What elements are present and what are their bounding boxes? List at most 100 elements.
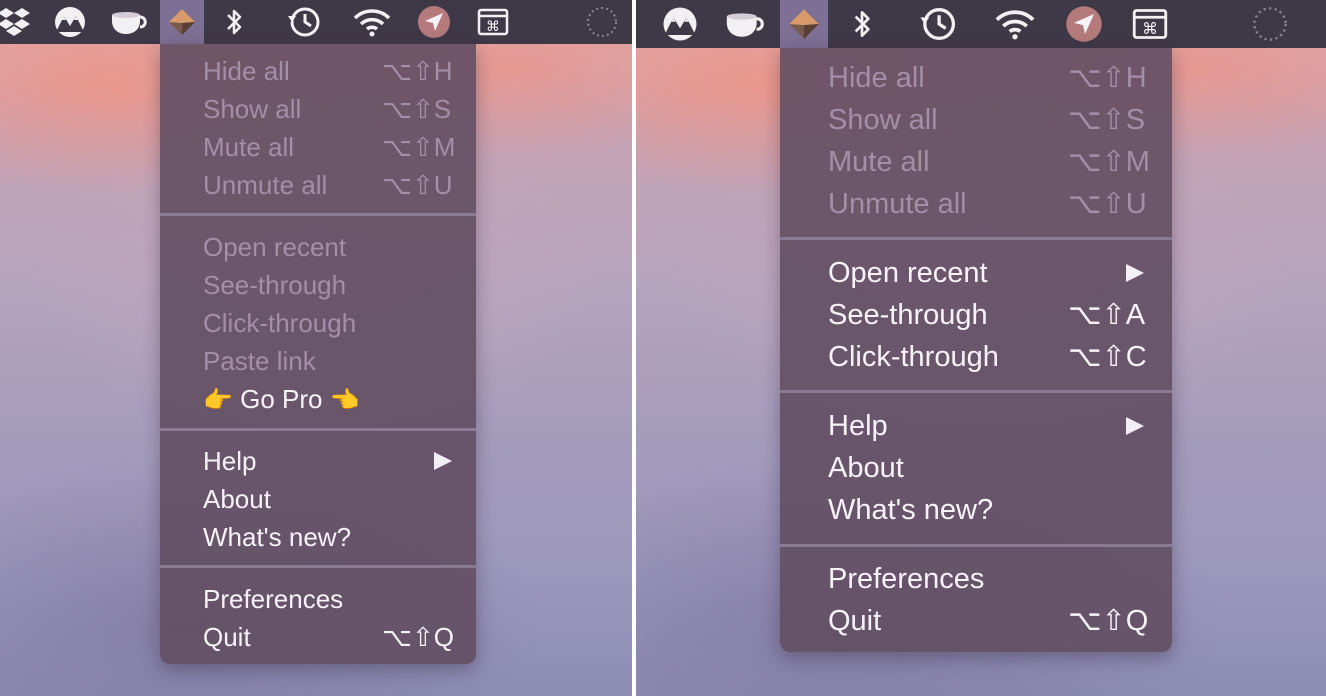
menu-item-unmute-all[interactable]: Unmute all ⌥⇧U xyxy=(160,166,476,204)
mountain-m-icon[interactable] xyxy=(48,0,92,44)
menu-item-shortcut: ⌥⇧A xyxy=(1068,299,1146,331)
menu-item-about[interactable]: About xyxy=(160,480,476,518)
menu-item-shortcut: ⌥⇧U xyxy=(1068,188,1147,220)
submenu-arrow-icon xyxy=(434,452,452,470)
submenu-arrow-icon xyxy=(1126,417,1144,435)
menu-item-label: Open recent xyxy=(203,232,347,262)
menu-item-label: About xyxy=(828,452,904,484)
menu-item-hide-all[interactable]: Hide all ⌥⇧H xyxy=(780,57,1172,99)
svg-text:⌘: ⌘ xyxy=(1142,19,1158,38)
svg-text:⌘: ⌘ xyxy=(486,19,500,35)
dropbox-icon[interactable] xyxy=(0,0,34,44)
menu-item-quit[interactable]: Quit ⌥⇧Q xyxy=(160,618,476,656)
menu-item-shortcut: ⌥⇧H xyxy=(382,56,453,86)
menu-item-label: Go Pro xyxy=(240,384,323,414)
menu-item-click-through[interactable]: Click-through xyxy=(160,304,476,342)
right-screenshot-panel: ⌘ Hide all ⌥⇧H Show all ⌥⇧S Mute all ⌥⇧M Un… xyxy=(636,0,1326,696)
app-dropdown-menu: Hide all ⌥⇧H Show all ⌥⇧S Mute all ⌥⇧M Unmu… xyxy=(160,44,476,664)
menu-item-label: What's new? xyxy=(828,494,994,526)
coffee-cup-icon[interactable] xyxy=(722,0,770,48)
app-dropdown-menu: Hide all ⌥⇧H Show all ⌥⇧S Mute all ⌥⇧M Unmu… xyxy=(780,48,1172,652)
menu-item-open-recent[interactable]: Open recent xyxy=(780,252,1172,294)
menu-separator xyxy=(160,565,476,568)
menu-bar: ⌘ xyxy=(0,0,632,44)
menu-item-label: What's new? xyxy=(203,522,352,552)
menu-item-help[interactable]: Help xyxy=(160,442,476,480)
menu-item-whats-new[interactable]: What's new? xyxy=(160,518,476,556)
menu-separator xyxy=(160,428,476,431)
menu-item-label: Unmute all xyxy=(203,170,328,200)
menu-item-label: Hide all xyxy=(828,62,925,94)
go-pro-content: 👉 Go Pro 👈 xyxy=(203,380,360,420)
menu-item-see-through[interactable]: See-through ⌥⇧A xyxy=(780,294,1172,336)
menu-item-label: About xyxy=(203,484,271,514)
pointing-right-hand-icon: 👉 xyxy=(203,387,233,415)
menu-separator xyxy=(780,544,1172,547)
bluetooth-icon[interactable] xyxy=(220,0,248,44)
menu-item-shortcut: ⌥⇧H xyxy=(1068,62,1147,94)
menu-item-shortcut: ⌥⇧S xyxy=(1068,104,1146,136)
menu-item-paste-link[interactable]: Paste link xyxy=(160,342,476,380)
menu-item-go-pro[interactable]: 👉 Go Pro 👈 xyxy=(160,380,476,418)
menu-item-shortcut: ⌥⇧U xyxy=(382,170,453,200)
menu-item-label: Quit xyxy=(203,622,251,652)
menu-item-click-through[interactable]: Click-through ⌥⇧C xyxy=(780,336,1172,378)
coffee-cup-icon[interactable] xyxy=(108,0,152,44)
wifi-icon[interactable] xyxy=(352,0,392,44)
submenu-arrow-icon xyxy=(1126,264,1144,282)
wifi-icon[interactable] xyxy=(992,0,1038,48)
pointing-left-hand-icon: 👈 xyxy=(329,387,360,415)
menu-item-shortcut: ⌥⇧Q xyxy=(382,622,454,652)
menu-item-hide-all[interactable]: Hide all ⌥⇧H xyxy=(160,52,476,90)
menu-item-label: Unmute all xyxy=(828,188,967,220)
menu-item-label: Help xyxy=(828,410,888,442)
command-window-icon[interactable]: ⌘ xyxy=(476,0,510,44)
menu-item-label: Preferences xyxy=(203,584,344,614)
menu-item-label: Preferences xyxy=(828,563,985,595)
menu-item-whats-new[interactable]: What's new? xyxy=(780,489,1172,531)
menu-item-unmute-all[interactable]: Unmute all ⌥⇧U xyxy=(780,183,1172,225)
menu-item-label: Show all xyxy=(203,94,302,124)
menu-separator xyxy=(160,213,476,216)
menu-item-open-recent[interactable]: Open recent xyxy=(160,228,476,266)
bluetooth-icon[interactable] xyxy=(846,0,878,48)
menu-item-see-through[interactable]: See-through xyxy=(160,266,476,304)
menu-item-label: Open recent xyxy=(828,257,988,289)
menu-item-label: Click-through xyxy=(828,341,999,373)
menu-bar: ⌘ xyxy=(636,0,1326,48)
menu-item-show-all[interactable]: Show all ⌥⇧S xyxy=(780,99,1172,141)
location-arrow-icon[interactable] xyxy=(1062,0,1106,48)
menu-item-label: Show all xyxy=(828,104,938,136)
mountain-m-icon[interactable] xyxy=(656,0,704,48)
menu-item-preferences[interactable]: Preferences xyxy=(780,558,1172,600)
menu-item-help[interactable]: Help xyxy=(780,405,1172,447)
menu-item-label: Hide all xyxy=(203,56,290,86)
menu-item-label: Mute all xyxy=(828,146,930,178)
menu-item-label: See-through xyxy=(203,270,347,300)
menu-item-label: See-through xyxy=(828,299,988,331)
progress-spinner-icon xyxy=(584,0,620,44)
menu-item-label: Click-through xyxy=(203,308,357,338)
menu-separator xyxy=(780,237,1172,240)
app-diamond-icon[interactable] xyxy=(780,0,828,48)
time-machine-icon[interactable] xyxy=(282,0,326,44)
menu-item-shortcut: ⌥⇧S xyxy=(382,94,452,124)
menu-item-mute-all[interactable]: Mute all ⌥⇧M xyxy=(780,141,1172,183)
progress-spinner-icon xyxy=(1250,0,1290,48)
menu-item-shortcut: ⌥⇧M xyxy=(1068,146,1150,178)
menu-item-label: Quit xyxy=(828,605,882,637)
menu-item-label: Help xyxy=(203,446,257,476)
menu-separator xyxy=(780,390,1172,393)
menu-item-preferences[interactable]: Preferences xyxy=(160,580,476,618)
menu-item-mute-all[interactable]: Mute all ⌥⇧M xyxy=(160,128,476,166)
location-arrow-icon[interactable] xyxy=(414,0,454,44)
menu-item-shortcut: ⌥⇧M xyxy=(382,132,456,162)
menu-item-shortcut: ⌥⇧Q xyxy=(1068,605,1149,637)
menu-item-show-all[interactable]: Show all ⌥⇧S xyxy=(160,90,476,128)
command-window-icon[interactable]: ⌘ xyxy=(1130,0,1170,48)
app-diamond-icon[interactable] xyxy=(160,0,204,44)
time-machine-icon[interactable] xyxy=(914,0,962,48)
menu-item-label: Mute all xyxy=(203,132,295,162)
menu-item-about[interactable]: About xyxy=(780,447,1172,489)
menu-item-quit[interactable]: Quit ⌥⇧Q xyxy=(780,600,1172,642)
